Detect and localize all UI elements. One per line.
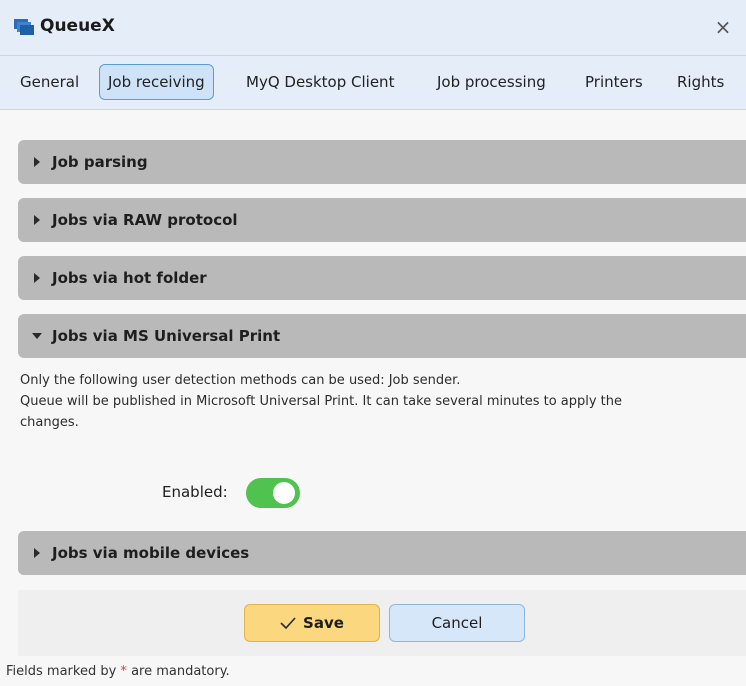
- info-line: changes.: [20, 415, 79, 430]
- tab-job-receiving[interactable]: Job receiving: [99, 64, 214, 100]
- chevron-right-icon: [34, 157, 40, 167]
- enabled-label: Enabled:: [162, 483, 228, 501]
- mandatory-prefix: Fields marked by: [6, 664, 117, 679]
- tab-printers[interactable]: Printers: [576, 64, 652, 100]
- mandatory-note: Fields marked by * are mandatory.: [6, 664, 230, 679]
- chevron-right-icon: [34, 273, 40, 283]
- section-label: Jobs via MS Universal Print: [52, 327, 281, 345]
- tab-job-processing[interactable]: Job processing: [428, 64, 555, 100]
- chevron-right-icon: [34, 548, 40, 558]
- chevron-right-icon: [34, 215, 40, 225]
- title-bar: QueueX ×: [0, 0, 746, 56]
- action-bar: [18, 590, 746, 656]
- check-icon: [280, 617, 296, 629]
- section-jobs-via-hot-folder[interactable]: Jobs via hot folder: [18, 256, 746, 300]
- save-button[interactable]: Save: [244, 604, 380, 642]
- window-title: QueueX: [40, 16, 115, 36]
- tab-general[interactable]: General: [11, 64, 88, 100]
- info-line: Only the following user detection method…: [20, 373, 461, 388]
- section-jobs-via-mobile-devices[interactable]: Jobs via mobile devices: [18, 531, 746, 575]
- close-button[interactable]: ×: [710, 14, 736, 40]
- section-label: Jobs via mobile devices: [52, 544, 250, 562]
- universal-print-info: Only the following user detection method…: [20, 370, 720, 433]
- toggle-knob: [273, 482, 295, 504]
- save-label: Save: [303, 614, 344, 632]
- info-line: Queue will be published in Microsoft Uni…: [20, 394, 623, 409]
- required-star: *: [120, 664, 127, 679]
- section-jobs-via-raw-protocol[interactable]: Jobs via RAW protocol: [18, 198, 746, 242]
- queue-icon: [14, 19, 34, 35]
- section-label: Jobs via RAW protocol: [52, 211, 238, 229]
- section-job-parsing[interactable]: Job parsing: [18, 140, 746, 184]
- section-label: Job parsing: [52, 153, 148, 171]
- chevron-down-icon: [32, 333, 42, 339]
- cancel-button[interactable]: Cancel: [389, 604, 525, 642]
- tab-bar: General Job receiving MyQ Desktop Client…: [0, 56, 746, 110]
- mandatory-suffix: are mandatory.: [131, 664, 230, 679]
- tab-myq-desktop-client[interactable]: MyQ Desktop Client: [237, 64, 403, 100]
- tab-rights[interactable]: Rights: [668, 64, 733, 100]
- section-jobs-via-ms-universal-print[interactable]: Jobs via MS Universal Print: [18, 314, 746, 358]
- section-label: Jobs via hot folder: [52, 269, 207, 287]
- enabled-toggle[interactable]: [246, 478, 300, 508]
